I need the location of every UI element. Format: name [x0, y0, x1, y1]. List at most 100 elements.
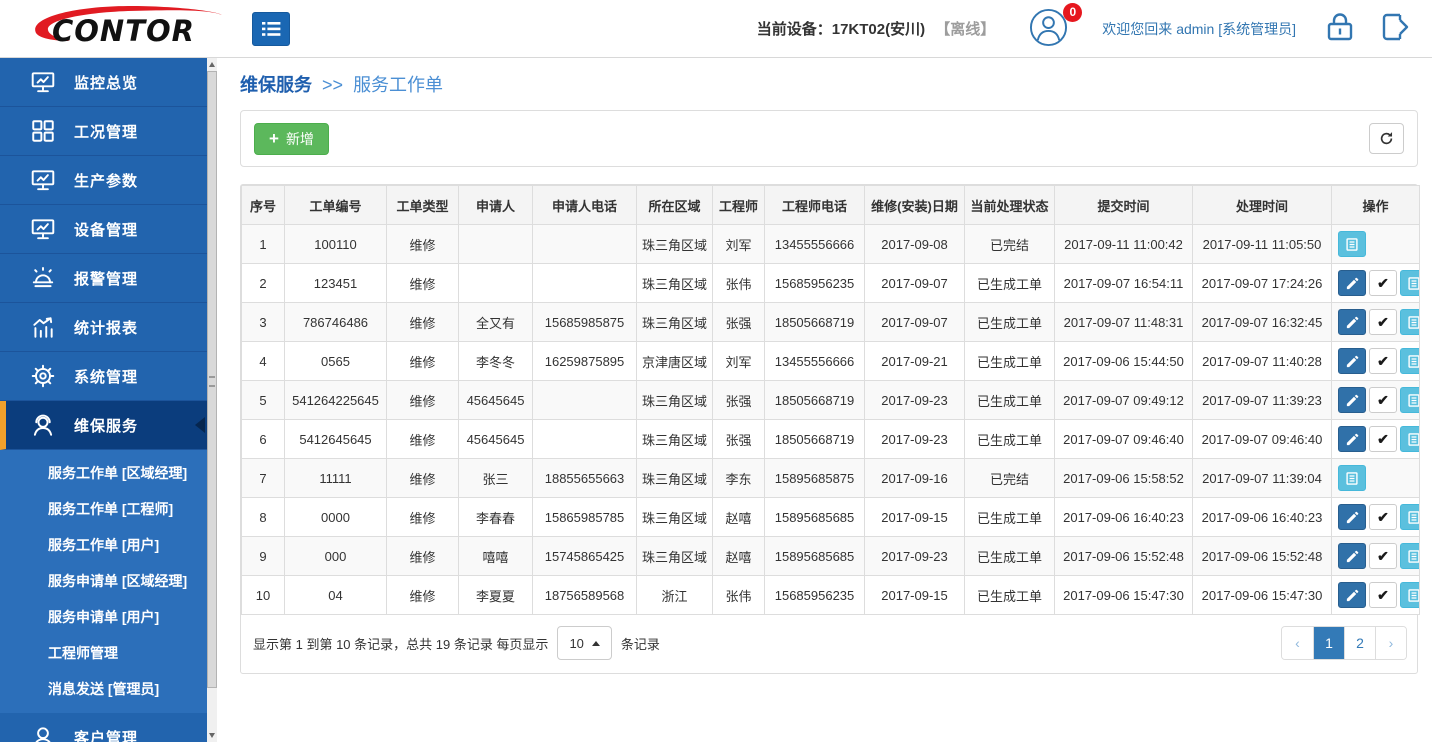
sidebar-scrollbar[interactable]: [207, 58, 217, 742]
edit-button[interactable]: [1338, 348, 1366, 374]
view-button[interactable]: [1400, 309, 1420, 335]
cell-type: 维修: [387, 381, 459, 420]
logout-button[interactable]: [1380, 11, 1410, 46]
page-button-1[interactable]: 1: [1313, 627, 1344, 659]
breadcrumb-parent[interactable]: 维保服务: [240, 75, 312, 95]
sidebar-item[interactable]: 监控总览: [0, 58, 207, 107]
cell-submit_time: 2017-09-07 09:49:12: [1055, 381, 1193, 420]
view-button[interactable]: [1400, 543, 1420, 569]
sidebar-subitem[interactable]: 服务工作单 [用户]: [0, 527, 207, 563]
cell-actions: ✔: [1332, 342, 1420, 381]
breadcrumb-separator: >>: [322, 75, 343, 95]
cell-order_no: 0565: [285, 342, 387, 381]
cell-type: 维修: [387, 264, 459, 303]
sidebar-subitem[interactable]: 消息发送 [管理员]: [0, 671, 207, 707]
check-button[interactable]: ✔: [1369, 309, 1397, 335]
view-button[interactable]: [1338, 231, 1366, 257]
sidebar-item[interactable]: 客户管理: [0, 713, 207, 742]
scrollbar-thumb[interactable]: [207, 71, 217, 688]
scroll-down-arrow[interactable]: [207, 729, 217, 742]
plus-icon: [269, 129, 279, 149]
check-button[interactable]: ✔: [1369, 582, 1397, 608]
check-button[interactable]: ✔: [1369, 426, 1397, 452]
edit-button[interactable]: [1338, 582, 1366, 608]
cell-applicant_phone: [533, 264, 637, 303]
edit-button[interactable]: [1338, 504, 1366, 530]
lock-button[interactable]: [1326, 11, 1354, 46]
cell-engineer: 张伟: [713, 576, 765, 615]
prev-page-button[interactable]: ‹: [1282, 627, 1313, 659]
sidebar-subitem[interactable]: 服务工作单 [区域经理]: [0, 455, 207, 491]
view-button[interactable]: [1400, 270, 1420, 296]
view-icon: [1407, 549, 1420, 564]
cell-engineer: 赵嘻: [713, 537, 765, 576]
check-button[interactable]: ✔: [1369, 504, 1397, 530]
username: admin [系统管理员]: [1176, 21, 1296, 37]
sidebar-item[interactable]: 生产参数: [0, 156, 207, 205]
sidebar-item[interactable]: 报警管理: [0, 254, 207, 303]
cell-engineer_phone: 13455556666: [765, 342, 865, 381]
cell-seq: 8: [242, 498, 285, 537]
cell-actions: ✔: [1332, 264, 1420, 303]
table-row: 5541264225645维修45645645珠三角区域张强1850566871…: [242, 381, 1420, 420]
cell-engineer: 张强: [713, 381, 765, 420]
sidebar-item[interactable]: 系统管理: [0, 352, 207, 401]
sidebar-item[interactable]: 设备管理: [0, 205, 207, 254]
cell-type: 维修: [387, 303, 459, 342]
edit-button[interactable]: [1338, 426, 1366, 452]
edit-button[interactable]: [1338, 270, 1366, 296]
cell-status: 已生成工单: [965, 342, 1055, 381]
check-button[interactable]: ✔: [1369, 543, 1397, 569]
cell-status: 已生成工单: [965, 264, 1055, 303]
cell-repair_date: 2017-09-16: [865, 459, 965, 498]
check-button[interactable]: ✔: [1369, 348, 1397, 374]
user-avatar-button[interactable]: 0: [1029, 8, 1068, 50]
view-button[interactable]: [1400, 348, 1420, 374]
sidebar-subitem[interactable]: 工程师管理: [0, 635, 207, 671]
edit-button[interactable]: [1338, 543, 1366, 569]
table-header-row: 序号工单编号工单类型申请人申请人电话所在区域工程师工程师电话维修(安装)日期当前…: [242, 186, 1420, 225]
next-page-button[interactable]: ›: [1375, 627, 1406, 659]
sidebar-subitem[interactable]: 服务申请单 [区域经理]: [0, 563, 207, 599]
cell-submit_time: 2017-09-11 11:00:42: [1055, 225, 1193, 264]
page-size-select[interactable]: 10: [557, 626, 611, 660]
sidebar-item[interactable]: 维保服务: [0, 401, 207, 450]
edit-button[interactable]: [1338, 387, 1366, 413]
view-button[interactable]: [1400, 582, 1420, 608]
logo-swoosh-icon: CONTOR: [8, 3, 230, 49]
table-row: 65412645645维修45645645珠三角区域张强185056687192…: [242, 420, 1420, 459]
pagination: ‹12›: [1281, 626, 1407, 660]
check-button[interactable]: ✔: [1369, 387, 1397, 413]
view-icon: [1407, 588, 1420, 603]
cell-seq: 10: [242, 576, 285, 615]
cell-type: 维修: [387, 498, 459, 537]
welcome-text: 欢迎您回来: [1102, 21, 1172, 37]
view-button[interactable]: [1400, 387, 1420, 413]
cell-seq: 5: [242, 381, 285, 420]
view-button[interactable]: [1400, 504, 1420, 530]
sidebar-item[interactable]: 统计报表: [0, 303, 207, 352]
page-button-2[interactable]: 2: [1344, 627, 1375, 659]
sidebar-item[interactable]: 工况管理: [0, 107, 207, 156]
cell-submit_time: 2017-09-06 16:40:23: [1055, 498, 1193, 537]
edit-button[interactable]: [1338, 309, 1366, 335]
cell-repair_date: 2017-09-21: [865, 342, 965, 381]
table-footer: 显示第 1 到第 10 条记录，总共 19 条记录 每页显示 10 条记录 ‹1…: [241, 615, 1417, 673]
column-header: 工单类型: [387, 186, 459, 225]
work-orders-table: 序号工单编号工单类型申请人申请人电话所在区域工程师工程师电话维修(安装)日期当前…: [241, 185, 1420, 615]
sidebar-subitem[interactable]: 服务工作单 [工程师]: [0, 491, 207, 527]
grid-icon: [30, 118, 57, 145]
menu-toggle-button[interactable]: [252, 12, 290, 46]
scroll-up-arrow[interactable]: [207, 58, 217, 71]
add-button[interactable]: 新增: [254, 123, 329, 155]
gear-icon: [30, 363, 57, 390]
refresh-button[interactable]: [1369, 123, 1404, 154]
check-button[interactable]: ✔: [1369, 270, 1397, 296]
cell-applicant: [459, 264, 533, 303]
view-button[interactable]: [1400, 426, 1420, 452]
view-button[interactable]: [1338, 465, 1366, 491]
cell-submit_time: 2017-09-07 11:48:31: [1055, 303, 1193, 342]
table-row: 1100110维修珠三角区域刘军134555566662017-09-08已完结…: [242, 225, 1420, 264]
sidebar-subitem[interactable]: 服务申请单 [用户]: [0, 599, 207, 635]
cell-engineer_phone: 15685956235: [765, 576, 865, 615]
